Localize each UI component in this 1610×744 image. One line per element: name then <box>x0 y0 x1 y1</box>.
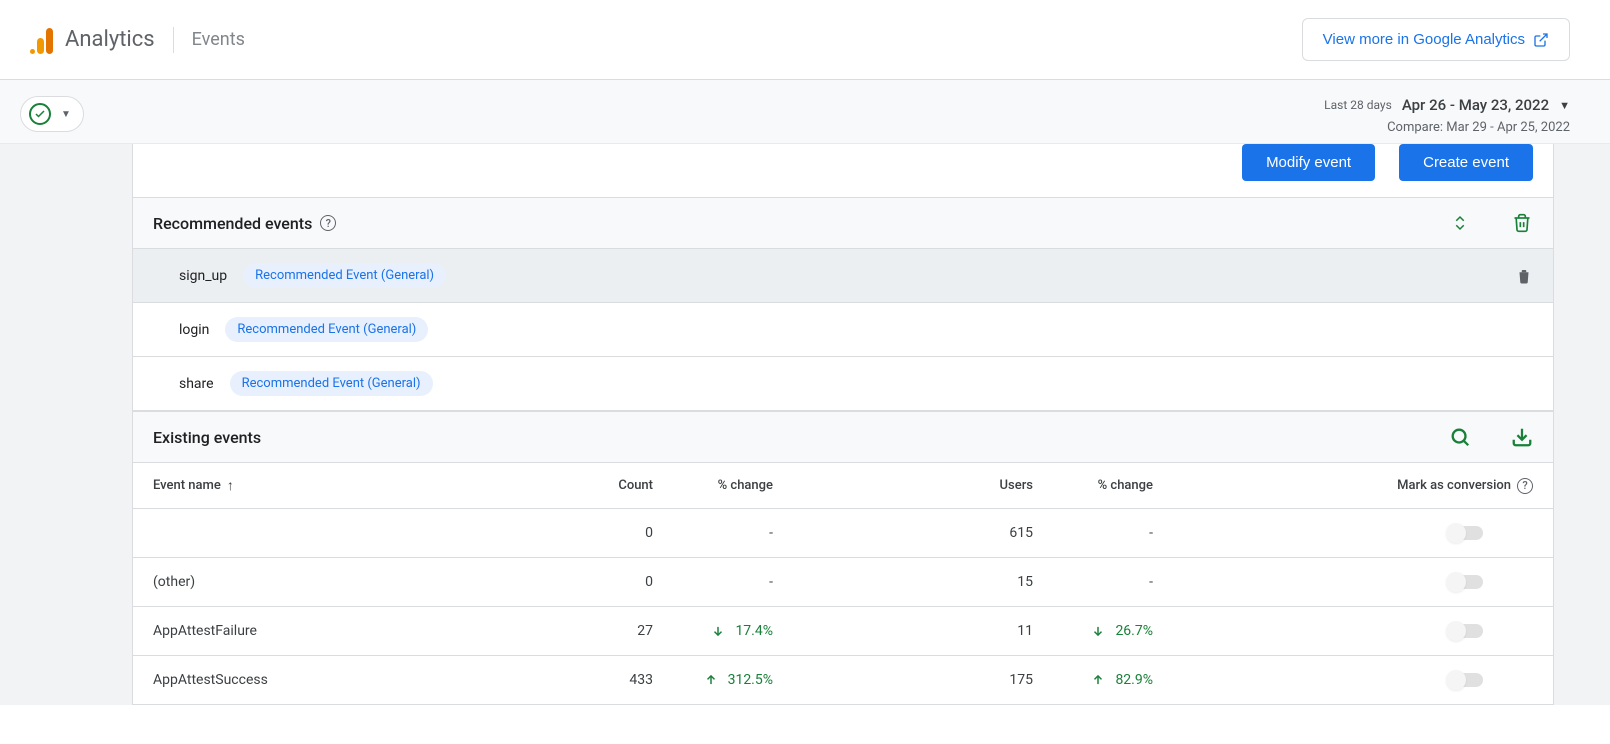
col-mark: Mark as conversion ? <box>1153 478 1533 494</box>
actions-bar: Modify event Create event <box>132 144 1554 197</box>
cell-count-change: 17.4% <box>653 623 773 639</box>
arrow-down-icon <box>1091 624 1105 638</box>
cell-users: 615 <box>773 525 1033 541</box>
divider <box>173 27 174 53</box>
recommended-section-header: Recommended events ? <box>132 197 1554 249</box>
conversion-toggle[interactable] <box>1447 526 1483 540</box>
recommended-event-name: sign_up <box>179 268 227 284</box>
check-circle-icon <box>29 103 51 125</box>
delete-all-icon[interactable] <box>1511 212 1533 234</box>
content-area: Modify event Create event Recommended ev… <box>0 144 1610 705</box>
col-users[interactable]: Users <box>773 478 1033 493</box>
arrow-up-icon <box>704 673 718 687</box>
recommended-event-badge: Recommended Event (General) <box>230 371 433 396</box>
brand-title: Analytics <box>65 27 155 52</box>
top-header: Analytics Events View more in Google Ana… <box>0 0 1610 80</box>
col-users-change[interactable]: % change <box>1033 478 1153 493</box>
col-event-name[interactable]: Event name ↑ <box>153 477 533 494</box>
page-name: Events <box>192 29 245 50</box>
col-count[interactable]: Count <box>533 478 653 493</box>
help-icon[interactable]: ? <box>320 215 336 231</box>
search-icon[interactable] <box>1449 426 1471 448</box>
help-icon[interactable]: ? <box>1517 478 1533 494</box>
cell-users: 11 <box>773 623 1033 639</box>
recommended-event-name: share <box>179 376 214 392</box>
recommended-event-badge: Recommended Event (General) <box>243 263 446 288</box>
table-row[interactable]: (other)0-15- <box>132 558 1554 607</box>
cell-event-name: AppAttestSuccess <box>153 672 533 688</box>
download-icon[interactable] <box>1511 426 1533 448</box>
recommended-event-badge: Recommended Event (General) <box>225 317 428 342</box>
recommended-row[interactable]: share Recommended Event (General) <box>132 357 1554 411</box>
brand-block: Analytics Events <box>30 26 245 54</box>
cell-users-change: - <box>1033 574 1153 590</box>
chevron-down-icon: ▼ <box>61 109 71 120</box>
cell-event-name: AppAttestFailure <box>153 623 533 639</box>
existing-title: Existing events <box>153 428 261 447</box>
cell-mark <box>1153 526 1533 540</box>
table-row[interactable]: AppAttestFailure2717.4%1126.7% <box>132 607 1554 656</box>
trash-icon[interactable] <box>1515 267 1533 285</box>
cell-count: 27 <box>533 623 653 639</box>
date-range-block[interactable]: Last 28 days Apr 26 - May 23, 2022 ▼ Com… <box>1324 96 1570 135</box>
cell-count: 0 <box>533 525 653 541</box>
existing-section-header: Existing events <box>132 411 1554 463</box>
cell-event-name: (other) <box>153 574 533 590</box>
date-range: Apr 26 - May 23, 2022 <box>1402 96 1549 114</box>
recommended-row[interactable]: sign_up Recommended Event (General) <box>132 249 1554 303</box>
modify-event-button[interactable]: Modify event <box>1242 144 1375 181</box>
conversion-toggle[interactable] <box>1447 575 1483 589</box>
cell-count-change: 312.5% <box>653 672 773 688</box>
cell-users-change: - <box>1033 525 1153 541</box>
arrow-up-icon <box>1091 673 1105 687</box>
view-more-label: View more in Google Analytics <box>1323 31 1525 48</box>
analytics-logo-icon <box>30 26 53 54</box>
status-filter-chip[interactable]: ▼ <box>20 96 84 132</box>
cell-users: 175 <box>773 672 1033 688</box>
sort-asc-icon: ↑ <box>227 477 234 494</box>
cell-users: 15 <box>773 574 1033 590</box>
table-row[interactable]: 0-615- <box>132 509 1554 558</box>
table-row[interactable]: AppAttestSuccess433312.5%17582.9% <box>132 656 1554 705</box>
date-prefix: Last 28 days <box>1324 98 1392 112</box>
sub-header: ▼ Last 28 days Apr 26 - May 23, 2022 ▼ C… <box>0 80 1610 144</box>
cell-mark <box>1153 575 1533 589</box>
date-compare: Compare: Mar 29 - Apr 25, 2022 <box>1324 120 1570 135</box>
table-header: Event name ↑ Count % change Users % chan… <box>132 463 1554 509</box>
cell-users-change: 82.9% <box>1033 672 1153 688</box>
conversion-toggle[interactable] <box>1447 673 1483 687</box>
arrow-down-icon <box>711 624 725 638</box>
expand-collapse-icon[interactable] <box>1449 212 1471 234</box>
col-count-change[interactable]: % change <box>653 478 773 493</box>
cell-users-change: 26.7% <box>1033 623 1153 639</box>
cell-count-change: - <box>653 574 773 590</box>
cell-count: 0 <box>533 574 653 590</box>
create-event-button[interactable]: Create event <box>1399 144 1533 181</box>
external-link-icon <box>1533 32 1549 48</box>
chevron-down-icon: ▼ <box>1559 99 1570 112</box>
conversion-toggle[interactable] <box>1447 624 1483 638</box>
cell-count-change: - <box>653 525 773 541</box>
recommended-title: Recommended events <box>153 214 312 233</box>
cell-mark <box>1153 624 1533 638</box>
cell-count: 433 <box>533 672 653 688</box>
view-more-button[interactable]: View more in Google Analytics <box>1302 18 1570 61</box>
recommended-event-name: login <box>179 322 209 338</box>
cell-mark <box>1153 673 1533 687</box>
recommended-row[interactable]: login Recommended Event (General) <box>132 303 1554 357</box>
